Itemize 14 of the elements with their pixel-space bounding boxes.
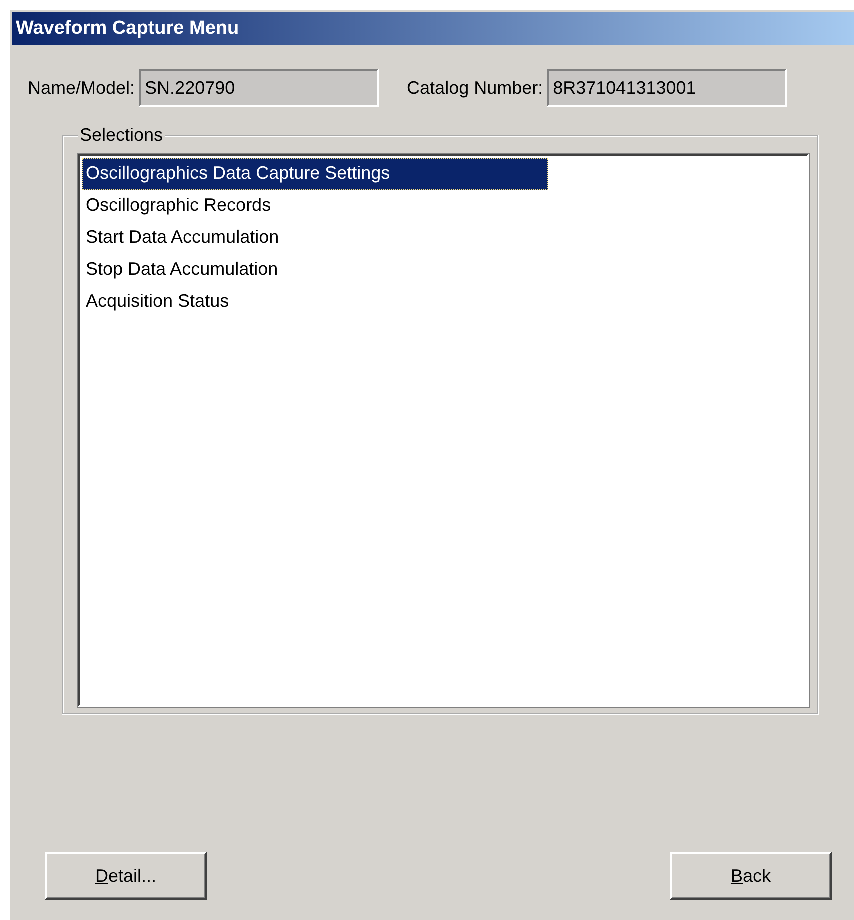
group-title: Selections <box>79 125 164 146</box>
list-box[interactable]: Oscillographics Data Capture Settings Oscillographic Records Start Data Accumulation Stop Data Accumulation Acquisition Status <box>78 154 809 707</box>
list-item[interactable]: Oscillographic Records <box>82 190 276 222</box>
list-item[interactable]: Stop Data Accumulation <box>82 254 282 286</box>
list-item[interactable]: Oscillographics Data Capture Settings <box>82 158 548 190</box>
input-field[interactable]: SN.220790 <box>139 69 380 107</box>
list-item[interactable]: Acquisition Status <box>82 286 234 318</box>
list-item[interactable]: Start Data Accumulation <box>82 222 284 254</box>
field-label: Catalog Number: <box>407 78 544 98</box>
field-label: Name/Model: <box>28 78 136 98</box>
input-field[interactable]: 8R371041313001 <box>547 69 788 107</box>
dialog-button[interactable]: Detail... <box>45 852 207 900</box>
dialog-button[interactable]: Back <box>670 852 832 900</box>
window-title: Waveform Capture Menu <box>16 18 240 40</box>
